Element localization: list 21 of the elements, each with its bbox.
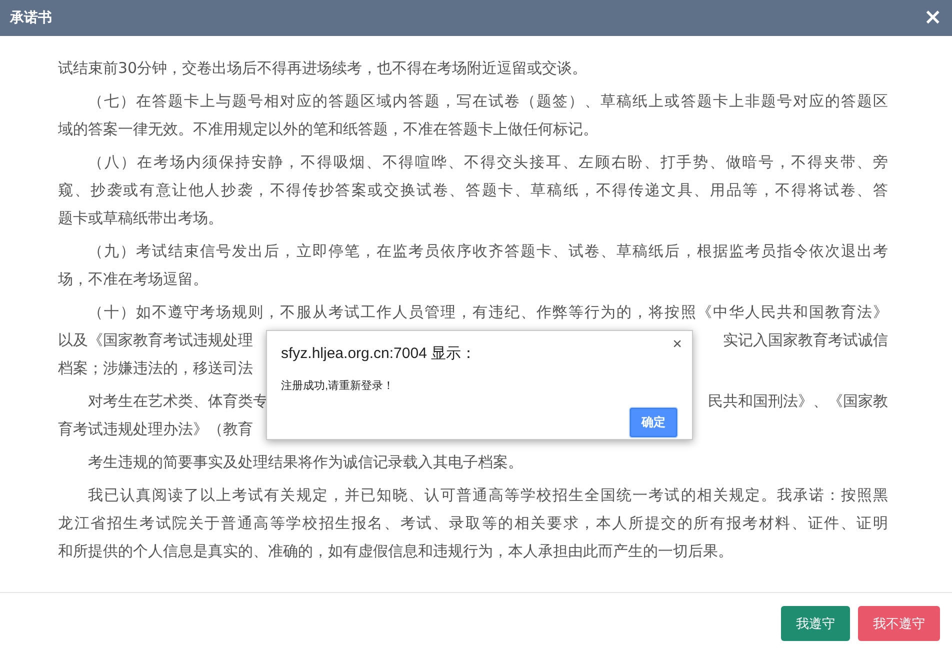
paragraph: （七）在答题卡上与题号相对应的答题区域内答题，写在试卷（题签）、草稿纸上或答题卡上非题号对应的答题区 域的答案一律无效。不准用规定以外的笔和纸答题，不准在答题卡上做任何标记。 — [58, 91, 888, 140]
dialog-title: sfyz.hljea.org.cn:7004 显示： — [281, 344, 476, 363]
paragraph: （八）在考场内须保持安静，不得吸烟、不得喧哗、不得交头接耳、左顾右盼、打手势、做暗号，不得夹带、旁 窥、抄袭或有意让他人抄袭，不得传抄答案或交换试卷、答题卡、草稿纸，不得传递文具、用品等，不得将试卷、答 题卡或草稿纸带出考场。 — [58, 152, 888, 229]
text-line: 民共和国刑法》、《国家教 — [708, 391, 888, 412]
paragraph: 我已认真阅读了以上考试有关规定，并已知晓、认可普通高等学校招生全国统一考试的相关规定。我承诺：按照黑 龙江省招生考试院关于普通高等学校招生报名、考试、录取等的相关要求，本人所提交的所有报考材料、证件、证明 和所提供的个人信息是真实的、准确的，如有虚假信息和违规行为，本人承担由此而产生的一切后果。 — [58, 485, 888, 562]
text-line: 育考试违规处理办法》（教育 — [58, 419, 253, 440]
close-button[interactable]: × — [672, 336, 682, 354]
text-line: 档案；涉嫌违法的，移送司法 — [58, 358, 253, 379]
text-line: 以及《国家教育考试违规处理 — [58, 330, 253, 351]
accept-button[interactable]: 我遵守 — [781, 606, 850, 641]
ok-button[interactable]: 确定 — [630, 408, 677, 437]
paragraph: 试结束前30分钟，交卷出场后不得再进场续考，也不得在考场附近逗留或交谈。 — [58, 58, 588, 79]
text-line: 实记入国家教育考试诚信 — [723, 330, 888, 351]
text-line: （十）如不遵守考场规则，不服从考试工作人员管理，有违纪、作弊等行为的，将按照《中华人民共和国教育法》 — [87, 302, 888, 323]
dialog-message: 注册成功,请重新登录！ — [281, 378, 394, 393]
window-title: 承诺书 — [10, 9, 52, 27]
text-line: 对考生在艺术类、体育类专 — [88, 391, 268, 412]
close-button[interactable]: × — [924, 7, 942, 29]
paragraph: （九）考试结束信号发出后，立即停笔，在监考员依序收齐答题卡、试卷、草稿纸后，根据监考员指令依次退出考 场，不准在考场逗留。 — [58, 241, 888, 290]
decline-button[interactable]: 我不遵守 — [858, 606, 940, 641]
paragraph: 考生违规的简要事实及处理结果将作为诚信记录载入其电子档案。 — [87, 452, 524, 473]
